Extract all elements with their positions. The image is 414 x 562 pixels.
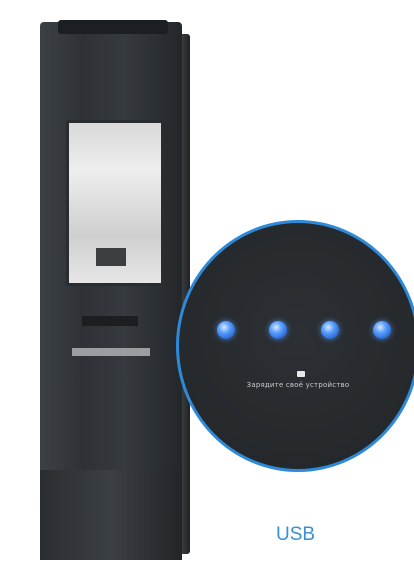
usb-icon [297, 371, 305, 377]
kiosk-base [40, 470, 182, 560]
kiosk-card-slot [82, 316, 138, 326]
kiosk-usb-strip [72, 348, 150, 356]
loading-dot-icon [269, 321, 287, 339]
kiosk-top-cap [58, 20, 168, 34]
caption-label: USB [276, 524, 316, 545]
zoom-circle: Зарядите своё устройство [176, 220, 414, 472]
loading-dot-icon [321, 321, 339, 339]
charge-message: Зарядите своё устройство [246, 381, 350, 389]
loading-dot-icon [373, 321, 391, 339]
loading-dot-icon [217, 321, 235, 339]
kiosk-screen-element [96, 248, 126, 266]
